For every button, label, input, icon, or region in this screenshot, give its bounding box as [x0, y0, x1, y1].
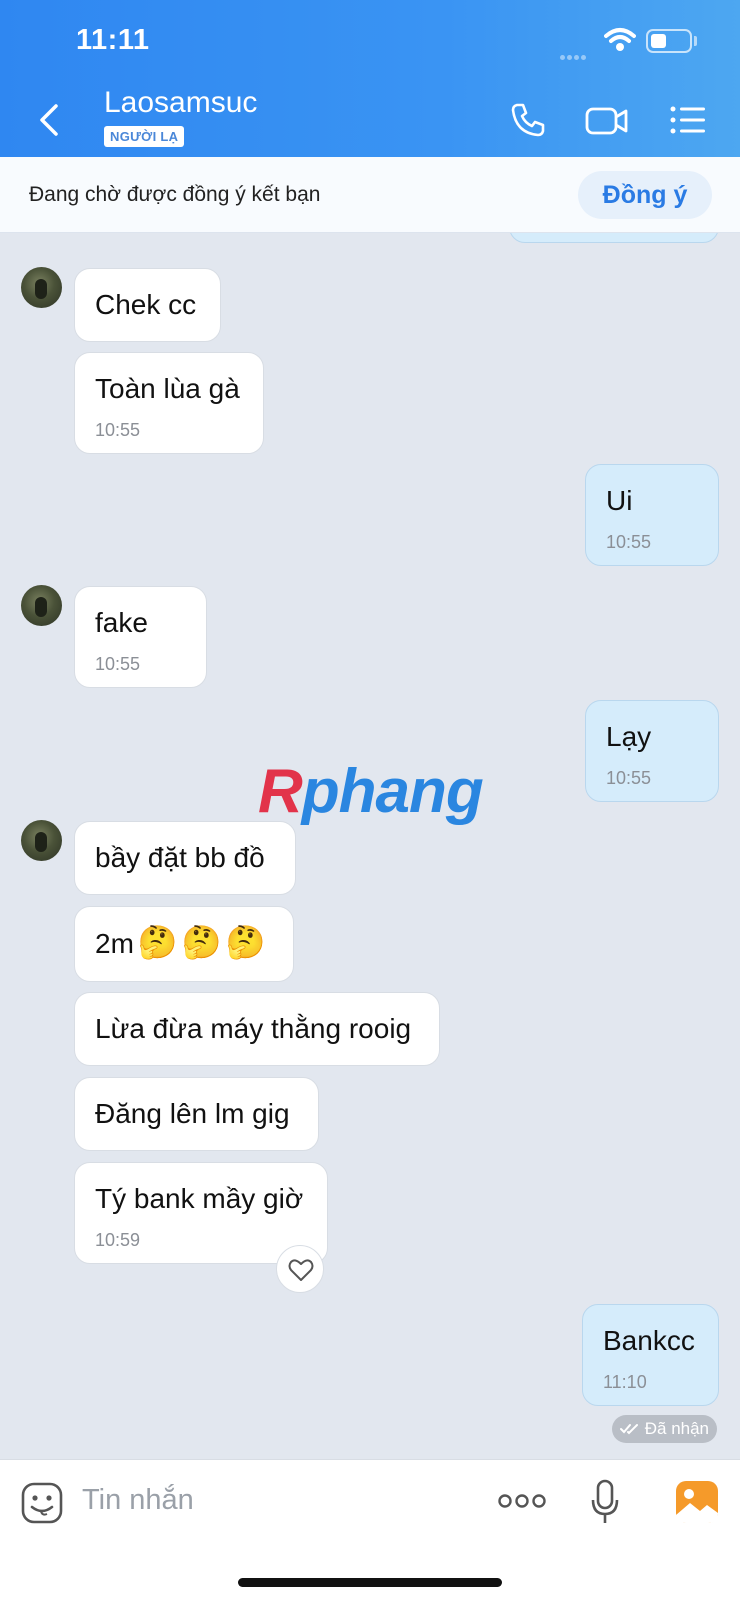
thinking-face-icon: 🤔 — [137, 924, 178, 960]
battery-tip — [694, 36, 697, 46]
heart-icon — [288, 1259, 314, 1281]
message-text: Bankcc — [603, 1325, 695, 1356]
avatar[interactable] — [21, 820, 62, 861]
microphone-icon[interactable] — [590, 1478, 620, 1526]
accept-button[interactable]: Đồng ý — [578, 171, 712, 219]
message-text: Đăng lên lm gig — [95, 1098, 290, 1129]
message-text: Tý bank mầy giờ — [95, 1183, 304, 1214]
message-text: Lừa đừa máy thằng rooig — [95, 1013, 412, 1044]
react-heart-button[interactable] — [276, 1245, 324, 1293]
message-text: bầy đặt bb đồ — [95, 842, 265, 873]
message-input-bar: Tin nhắn — [0, 1459, 740, 1600]
menu-list-icon[interactable] — [668, 100, 708, 140]
message-time: 10:55 — [606, 532, 652, 552]
back-icon[interactable] — [30, 100, 70, 140]
message-time: 10:55 — [95, 420, 141, 440]
message-text: Chek cc — [95, 289, 197, 320]
signal-icon — [560, 47, 594, 60]
chat-header: 11:11 Laosamsuc NGƯỜI LẠ — [0, 0, 740, 157]
home-indicator — [238, 1578, 502, 1587]
sticker-icon[interactable] — [21, 1482, 63, 1524]
message-text: Ui — [606, 485, 633, 516]
message-bubble[interactable]: Lạy 10:55 — [585, 700, 719, 802]
message-text: 2m — [95, 928, 134, 959]
friend-request-banner: Đang chờ được đồng ý kết bạn Đồng ý — [0, 157, 740, 233]
wifi-icon — [604, 28, 636, 51]
message-text: Toàn lùa gà — [95, 373, 240, 404]
avatar[interactable] — [21, 267, 62, 308]
message-bubble[interactable]: 2m 🤔 🤔 🤔 — [74, 906, 294, 982]
message-text-wrap: 2m 🤔 🤔 🤔 — [95, 923, 265, 961]
message-time: 10:55 — [606, 768, 652, 788]
pending-text: Đang chờ được đồng ý kết bạn — [29, 183, 321, 206]
double-check-icon — [620, 1424, 638, 1435]
thinking-face-icon: 🤔 — [225, 924, 266, 960]
message-list[interactable]: Chek cc Toàn lùa gà 10:55 Ui 10:55 fake … — [0, 233, 740, 1459]
message-bubble[interactable]: Chek cc — [74, 268, 221, 342]
battery-icon — [646, 29, 692, 53]
message-bubble[interactable]: fake 10:55 — [74, 586, 207, 688]
message-bubble[interactable]: Bankcc 11:10 — [582, 1304, 719, 1406]
contact-name[interactable]: Laosamsuc — [104, 86, 257, 120]
video-call-icon[interactable] — [584, 100, 630, 140]
more-icon[interactable] — [498, 1491, 546, 1511]
message-text: fake — [95, 607, 148, 638]
avatar[interactable] — [21, 585, 62, 626]
message-input[interactable]: Tin nhắn — [82, 1484, 194, 1517]
message-text: Lạy — [606, 721, 652, 752]
delivery-status: Đã nhận — [612, 1415, 718, 1443]
phone-icon[interactable] — [508, 100, 548, 140]
message-bubble[interactable]: Lừa đừa máy thằng rooig — [74, 992, 440, 1066]
message-bubble-partial[interactable] — [509, 233, 719, 243]
message-bubble[interactable]: Đăng lên lm gig — [74, 1077, 319, 1151]
message-bubble[interactable]: bầy đặt bb đồ — [74, 821, 296, 895]
message-time: 11:10 — [603, 1372, 647, 1392]
image-icon[interactable] — [676, 1481, 718, 1523]
status-time: 11:11 — [76, 24, 150, 56]
message-bubble[interactable]: Ui 10:55 — [585, 464, 719, 566]
message-bubble[interactable]: Toàn lùa gà 10:55 — [74, 352, 264, 454]
message-time: 10:55 — [95, 654, 141, 674]
message-time: 10:59 — [95, 1230, 141, 1250]
stranger-badge: NGƯỜI LẠ — [104, 126, 185, 147]
thinking-face-icon: 🤔 — [181, 924, 222, 960]
watermark-logo: Rphang — [258, 757, 484, 826]
delivery-status-text: Đã nhận — [644, 1419, 710, 1438]
